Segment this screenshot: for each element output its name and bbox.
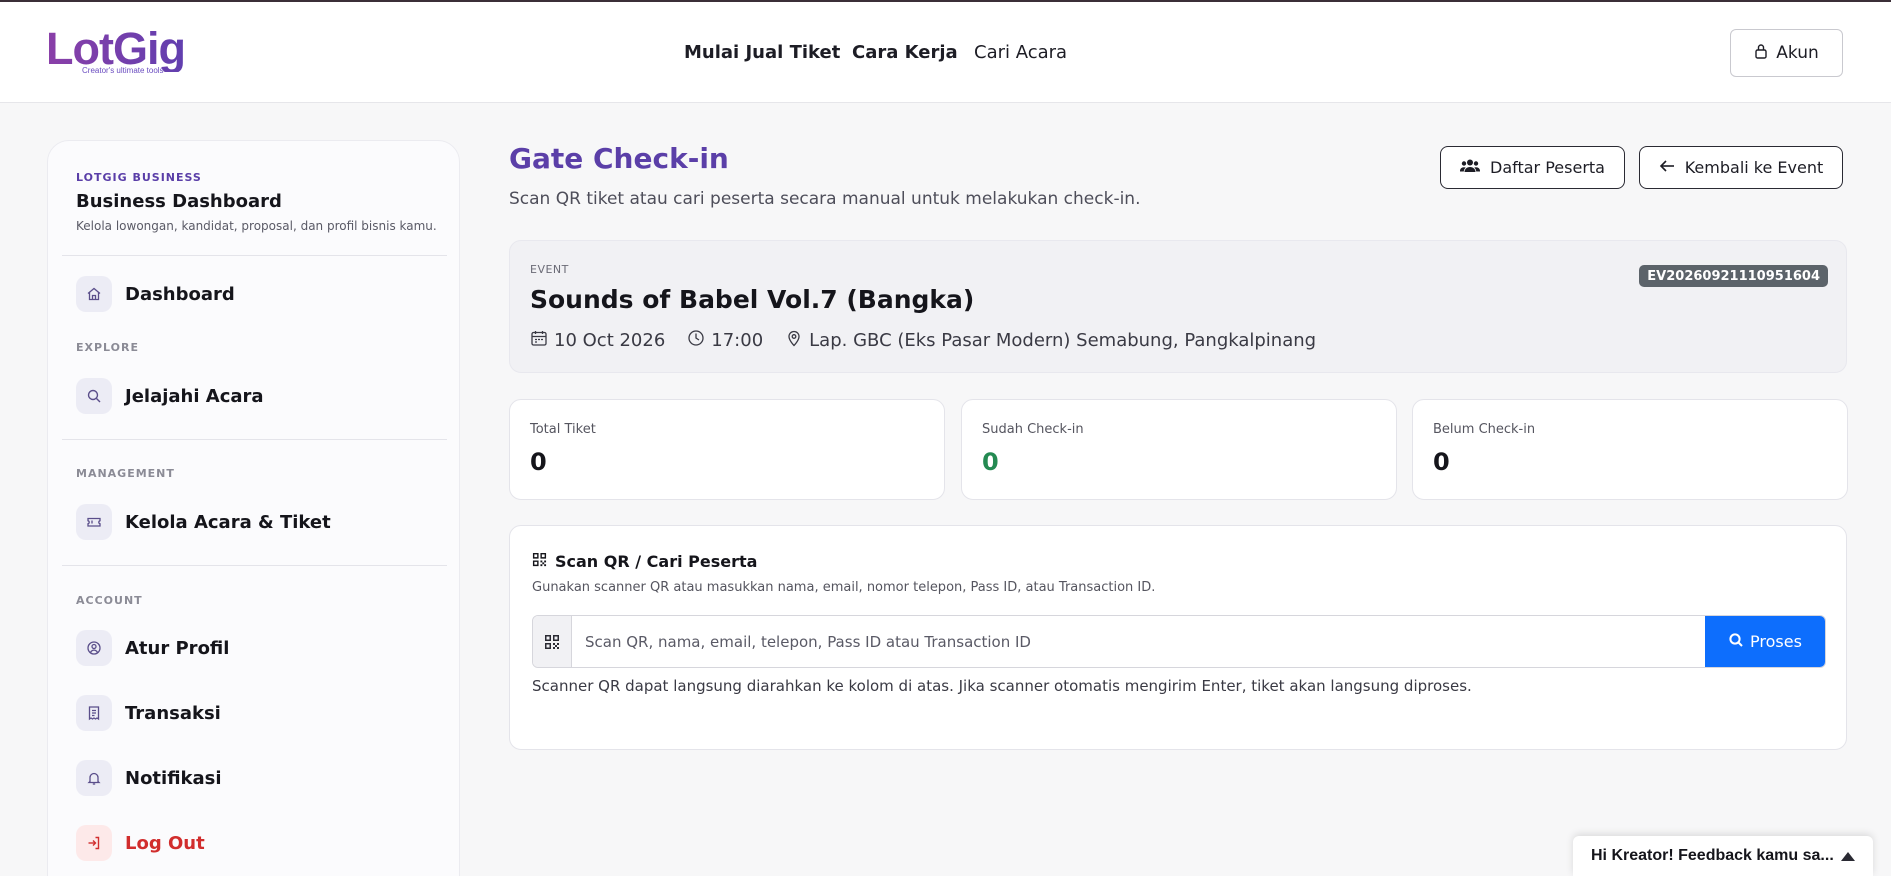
account-button-label: Akun [1776, 43, 1819, 63]
participants-list-button[interactable]: Daftar Peserta [1440, 146, 1625, 189]
sidebar-item-atur-profil[interactable]: Atur Profil [76, 629, 446, 667]
stat-card-sudah-check-in: Sudah Check-in 0 [961, 399, 1397, 500]
sidebar-kicker: LOTGIG BUSINESS [76, 171, 202, 184]
scan-hint: Scanner QR dapat langsung diarahkan ke k… [532, 677, 1472, 695]
scan-title-text: Scan QR / Cari Peserta [555, 552, 758, 571]
search-icon [76, 378, 112, 414]
top-navbar: LotGig Creator's ultimate tools Mulai Ju… [0, 2, 1891, 103]
scan-description: Gunakan scanner QR atau masukkan nama, e… [532, 580, 1156, 595]
arrow-left-icon [1659, 158, 1675, 177]
sidebar: LOTGIG BUSINESS Business Dashboard Kelol… [47, 140, 460, 876]
home-icon [76, 276, 112, 312]
clock-icon [687, 329, 705, 352]
event-info-card: EVENT Sounds of Babel Vol.7 (Bangka) 10 … [509, 240, 1847, 373]
process-button-label: Proses [1750, 632, 1802, 651]
sidebar-item-jelajahi-acara[interactable]: Jelajahi Acara [76, 377, 446, 415]
event-date-text: 10 Oct 2026 [554, 330, 666, 351]
scan-card: Scan QR / Cari Peserta Gunakan scanner Q… [509, 525, 1847, 750]
stat-value: 0 [530, 448, 547, 476]
section-label-explore: EXPLORE [76, 341, 140, 354]
nav-link-cara-kerja[interactable]: Cara Kerja [852, 42, 958, 63]
sidebar-item-logout[interactable]: Log Out [76, 824, 446, 862]
process-button[interactable]: Proses [1705, 616, 1825, 667]
stat-value: 0 [1433, 448, 1450, 476]
sidebar-item-notifikasi[interactable]: Notifikasi [76, 759, 446, 797]
sidebar-item-transaksi[interactable]: Transaksi [76, 694, 446, 732]
section-label-account: ACCOUNT [76, 594, 143, 607]
brand-tagline: Creator's ultimate tools [82, 66, 164, 75]
bell-icon [76, 760, 112, 796]
receipt-icon [76, 695, 112, 731]
brand-logo[interactable]: LotGig Creator's ultimate tools [46, 26, 206, 82]
stat-card-belum-check-in: Belum Check-in 0 [1412, 399, 1848, 500]
calendar-icon [530, 329, 548, 352]
sidebar-item-kelola-acara-tiket[interactable]: Kelola Acara & Tiket [76, 503, 446, 541]
stat-value: 0 [982, 448, 999, 476]
event-time: 17:00 [687, 329, 763, 352]
sidebar-item-label: Jelajahi Acara [125, 385, 264, 407]
search-icon [1728, 632, 1744, 652]
sidebar-item-label: Kelola Acara & Tiket [125, 511, 331, 533]
nav-link-cari-acara[interactable]: Cari Acara [974, 42, 1067, 63]
scan-search-input[interactable] [572, 616, 1705, 667]
sidebar-item-label: Transaksi [125, 702, 221, 724]
stat-card-total-tiket: Total Tiket 0 [509, 399, 945, 500]
participants-list-button-label: Daftar Peserta [1490, 158, 1605, 177]
back-to-event-button[interactable]: Kembali ke Event [1639, 146, 1843, 189]
qr-scan-icon [533, 616, 572, 667]
stat-label: Total Tiket [530, 422, 596, 437]
event-meta: 10 Oct 2026 17:00 Lap. GBC (Eks Pasar Mo… [530, 329, 1316, 352]
user-circle-icon [76, 630, 112, 666]
scan-title: Scan QR / Cari Peserta [532, 552, 757, 571]
divider [62, 255, 447, 256]
event-kicker: EVENT [530, 263, 569, 276]
sidebar-item-label: Atur Profil [125, 637, 230, 659]
ticket-icon [76, 504, 112, 540]
lock-icon [1754, 43, 1768, 64]
event-location-text: Lap. GBC (Eks Pasar Modern) Semabung, Pa… [809, 330, 1317, 351]
sidebar-item-label: Log Out [125, 832, 205, 854]
stat-label: Belum Check-in [1433, 422, 1536, 437]
chevron-up-icon [1841, 851, 1855, 861]
nav-link-mulai-jual-tiket[interactable]: Mulai Jual Tiket [684, 42, 840, 63]
users-icon [1460, 158, 1480, 178]
back-to-event-button-label: Kembali ke Event [1684, 158, 1824, 177]
qr-code-icon [532, 552, 547, 571]
account-button[interactable]: Akun [1730, 29, 1843, 77]
section-label-management: MANAGEMENT [76, 467, 175, 480]
event-code-badge: EV20260921110951604 [1639, 265, 1828, 287]
stat-label: Sudah Check-in [982, 422, 1084, 437]
logout-icon [76, 825, 112, 861]
map-pin-icon [785, 329, 803, 352]
divider [62, 439, 447, 440]
sidebar-item-label: Notifikasi [125, 767, 222, 789]
sidebar-item-label: Dashboard [125, 283, 235, 305]
scan-input-group: Proses [532, 615, 1826, 668]
event-time-text: 17:00 [711, 330, 764, 351]
divider [62, 565, 447, 566]
sidebar-title: Business Dashboard [76, 191, 282, 212]
feedback-label: Hi Kreator! Feedback kamu sa... [1591, 847, 1834, 864]
page-subtitle: Scan QR tiket atau cari peserta secara m… [509, 189, 1141, 209]
page-title: Gate Check-in [509, 142, 729, 175]
sidebar-item-dashboard[interactable]: Dashboard [76, 275, 446, 313]
event-name: Sounds of Babel Vol.7 (Bangka) [530, 285, 975, 314]
event-date: 10 Oct 2026 [530, 329, 665, 352]
event-location: Lap. GBC (Eks Pasar Modern) Semabung, Pa… [785, 329, 1316, 352]
feedback-widget[interactable]: Hi Kreator! Feedback kamu sa... [1573, 836, 1873, 876]
sidebar-description: Kelola lowongan, kandidat, proposal, dan… [76, 219, 437, 233]
